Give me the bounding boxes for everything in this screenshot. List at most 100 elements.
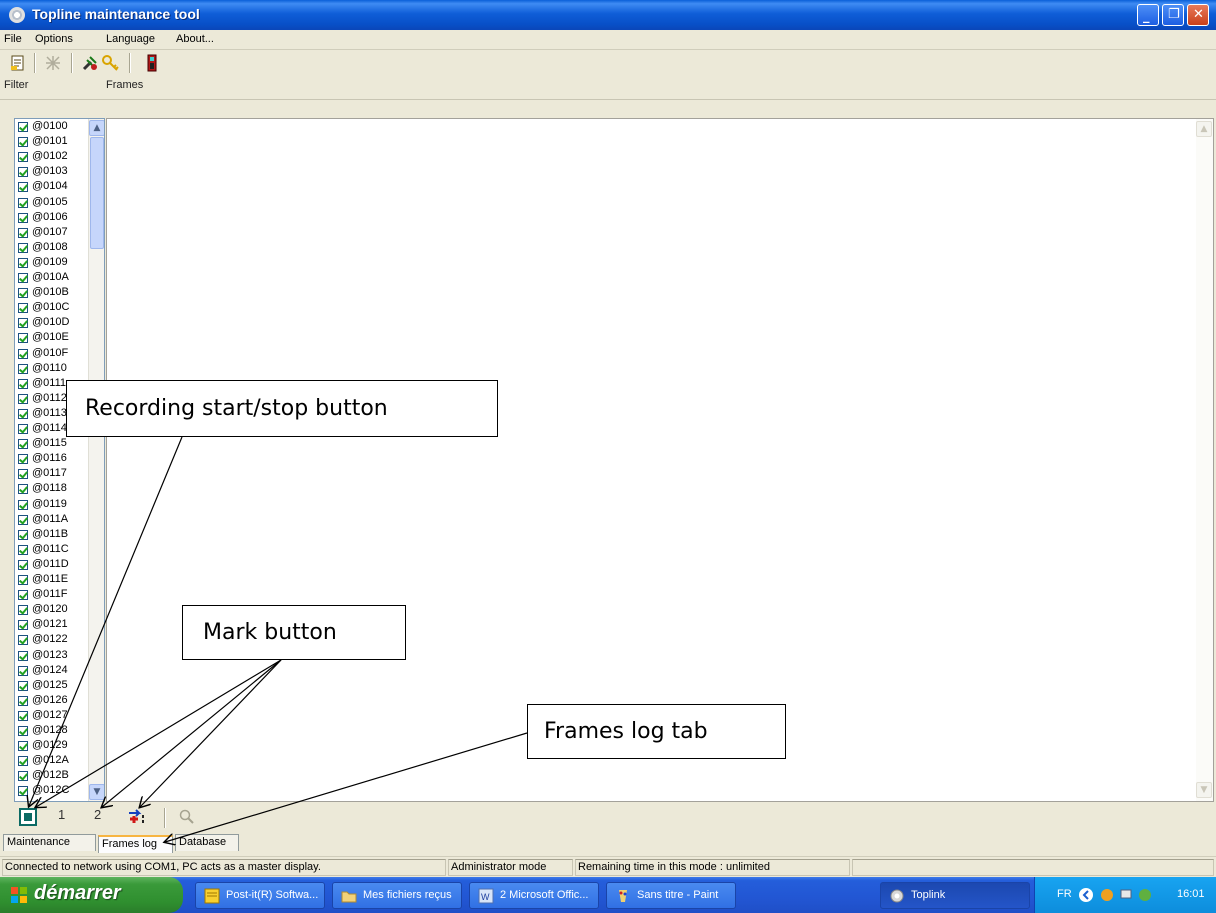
filter-item[interactable]: @0103	[18, 165, 90, 179]
checkbox[interactable]	[18, 242, 28, 253]
checkbox[interactable]	[18, 484, 28, 495]
menu-options[interactable]: Options	[35, 33, 73, 45]
checkbox[interactable]	[18, 575, 28, 585]
checkbox[interactable]	[18, 212, 28, 223]
scroll-thumb[interactable]	[90, 137, 104, 249]
device-icon[interactable]	[143, 54, 161, 72]
filter-item[interactable]: @010C	[18, 301, 90, 315]
filter-item[interactable]: @012A	[18, 754, 90, 768]
checkbox[interactable]	[18, 590, 28, 601]
record-button[interactable]	[18, 807, 38, 827]
frames-log-area[interactable]: ▲ ▼	[106, 118, 1214, 802]
start-button[interactable]: démarrer	[0, 877, 183, 913]
mark-2-button[interactable]: 2	[94, 807, 101, 827]
filter-item[interactable]: @0126	[18, 694, 90, 708]
checkbox[interactable]	[18, 333, 28, 344]
filter-item[interactable]: @011E	[18, 573, 90, 587]
checkbox[interactable]	[18, 182, 28, 193]
filter-item[interactable]: @0122	[18, 633, 90, 647]
filter-item[interactable]: @0119	[18, 498, 90, 512]
filter-item[interactable]: @011B	[18, 528, 90, 542]
checkbox[interactable]	[18, 454, 28, 465]
checkbox[interactable]	[18, 499, 28, 510]
scroll-down-button[interactable]: ▼	[89, 784, 104, 800]
filter-item[interactable]: @012B	[18, 769, 90, 783]
filter-item[interactable]: @0118	[18, 482, 90, 496]
checkbox[interactable]	[18, 620, 28, 631]
checkbox[interactable]	[18, 227, 28, 238]
disabled-tool-icon[interactable]	[44, 54, 62, 72]
filter-list[interactable]: @0100 @0101 @0102 @0103 @0104 @0105 @0106 @0107…	[14, 118, 105, 802]
checkbox[interactable]	[18, 273, 28, 283]
filter-item[interactable]: @0128	[18, 724, 90, 738]
filter-item[interactable]: @010B	[18, 286, 90, 300]
checkbox[interactable]	[18, 439, 28, 450]
menu-language[interactable]: Language	[106, 33, 155, 45]
checkbox[interactable]	[18, 529, 28, 540]
scroll-up-button[interactable]: ▲	[89, 120, 104, 136]
filter-item[interactable]: @0129	[18, 739, 90, 753]
filter-item[interactable]: @010E	[18, 331, 90, 345]
checkbox[interactable]	[18, 695, 28, 706]
menu-about[interactable]: About...	[176, 33, 214, 45]
task-post-it[interactable]: Post-it(R) Softwa...	[195, 882, 325, 909]
filter-item[interactable]: @010D	[18, 316, 90, 330]
filter-item[interactable]: @0116	[18, 452, 90, 466]
checkbox[interactable]	[18, 288, 28, 299]
checkbox[interactable]	[18, 650, 28, 661]
tray-icons[interactable]	[1077, 886, 1157, 904]
checkbox[interactable]	[18, 393, 28, 404]
checkbox[interactable]	[18, 122, 28, 132]
filter-item[interactable]: @010A	[18, 271, 90, 285]
tab-database[interactable]: Database	[175, 834, 239, 851]
checkbox[interactable]	[18, 137, 28, 148]
filter-item[interactable]: @0117	[18, 467, 90, 481]
filter-item[interactable]: @0121	[18, 618, 90, 632]
filter-item[interactable]: @0106	[18, 211, 90, 225]
checkbox[interactable]	[18, 559, 28, 570]
mark-1-button[interactable]: 1	[58, 807, 65, 827]
filter-item[interactable]: @0120	[18, 603, 90, 617]
checkbox[interactable]	[18, 469, 28, 480]
scroll-down-button[interactable]: ▼	[1196, 782, 1212, 798]
filter-item[interactable]: @0115	[18, 437, 90, 451]
zoom-icon[interactable]	[178, 807, 196, 827]
close-button[interactable]: ✕	[1187, 4, 1209, 26]
task-folder[interactable]: Mes fichiers reçus	[332, 882, 462, 909]
checkbox[interactable]	[18, 756, 28, 767]
checkbox[interactable]	[18, 635, 28, 646]
key-icon[interactable]	[102, 54, 120, 72]
checkbox[interactable]	[18, 318, 28, 329]
filter-item[interactable]: @0123	[18, 649, 90, 663]
gear-icon[interactable]	[9, 7, 25, 23]
filter-item[interactable]: @010F	[18, 347, 90, 361]
filter-item[interactable]: @0109	[18, 256, 90, 270]
checkbox[interactable]	[18, 726, 28, 736]
tab-frames-log[interactable]: Frames log	[98, 835, 173, 853]
task-toplink[interactable]: Toplink	[880, 882, 1030, 909]
filter-item[interactable]: @0124	[18, 664, 90, 678]
filter-item[interactable]: @0108	[18, 241, 90, 255]
checkbox[interactable]	[18, 348, 28, 359]
checkbox[interactable]	[18, 363, 28, 374]
filter-item[interactable]: @011C	[18, 543, 90, 557]
maximize-button[interactable]: ❐	[1162, 4, 1184, 26]
filter-item[interactable]: @012C	[18, 784, 90, 798]
filter-item[interactable]: @011D	[18, 558, 90, 572]
minimize-button[interactable]: _	[1137, 4, 1159, 26]
checkbox[interactable]	[18, 167, 28, 178]
checkbox[interactable]	[18, 544, 28, 555]
checkbox[interactable]	[18, 786, 28, 797]
filter-item[interactable]: @011F	[18, 588, 90, 602]
filter-scrollbar[interactable]: ▲ ▼	[88, 119, 104, 801]
checkbox[interactable]	[18, 257, 28, 268]
filter-item[interactable]: @0127	[18, 709, 90, 723]
tools-icon[interactable]	[81, 54, 99, 72]
checkbox[interactable]	[18, 408, 28, 419]
checkbox[interactable]	[18, 514, 28, 525]
filter-item[interactable]: @0102	[18, 150, 90, 164]
filter-item[interactable]: @0105	[18, 196, 90, 210]
tab-maintenance[interactable]: Maintenance	[3, 834, 96, 851]
frames-scrollbar[interactable]: ▲ ▼	[1196, 119, 1213, 801]
checkbox[interactable]	[18, 605, 28, 616]
